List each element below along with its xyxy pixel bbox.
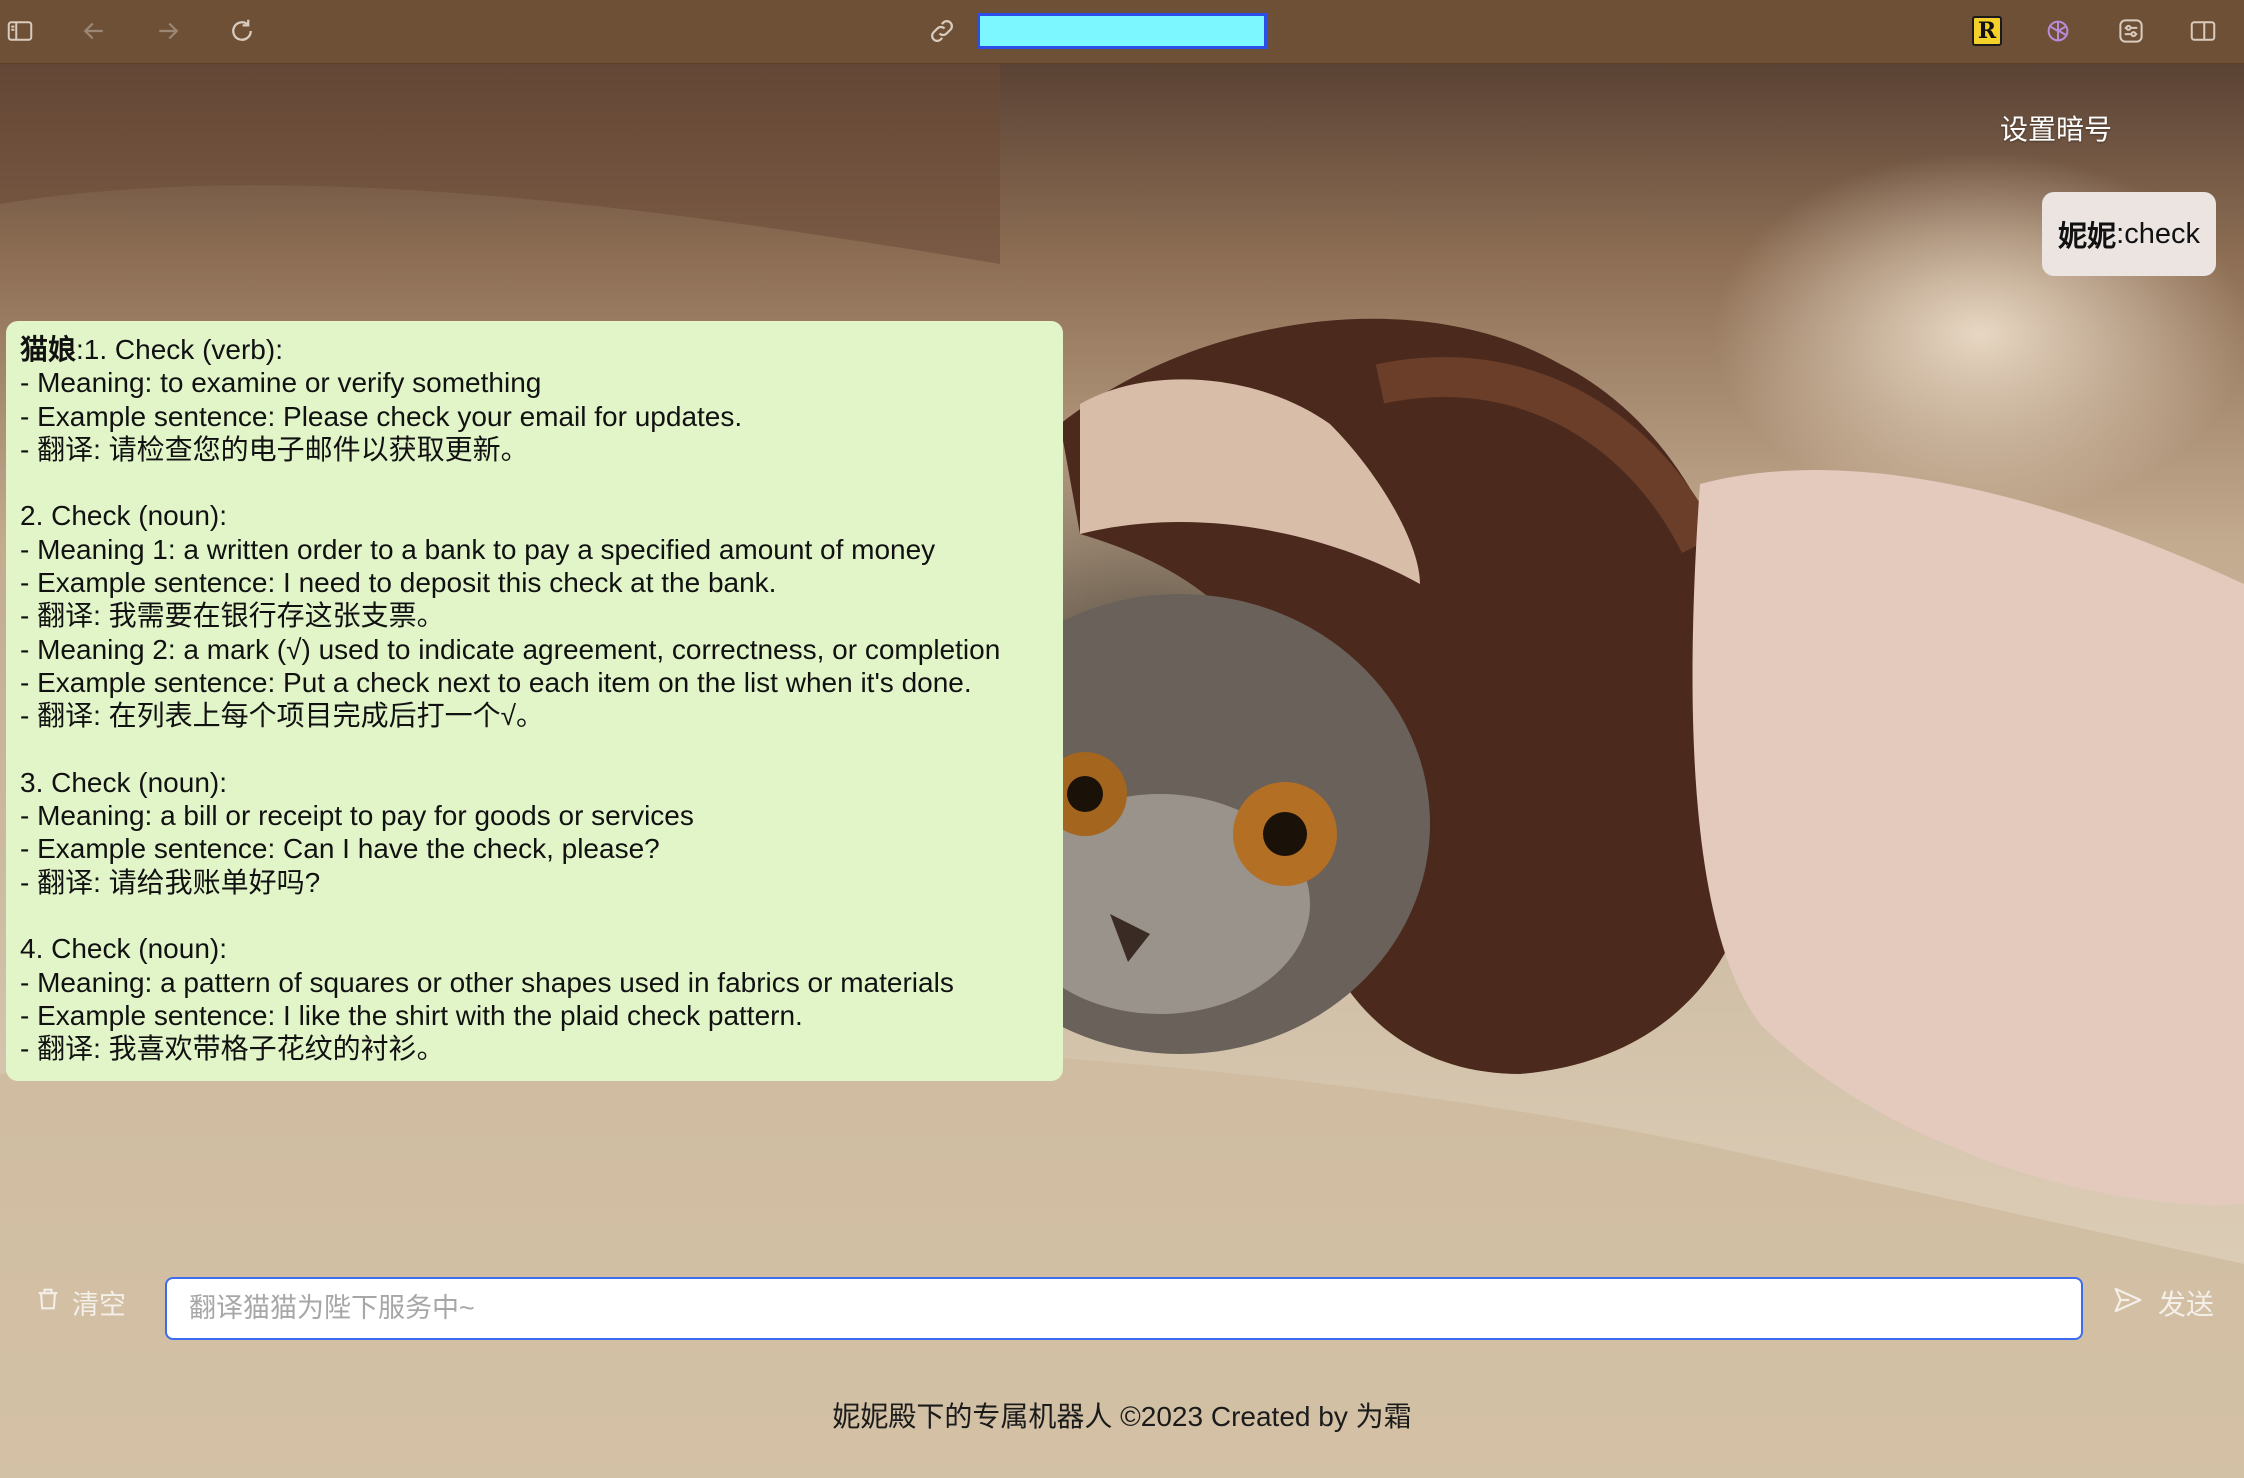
send-icon <box>2112 1285 2144 1322</box>
send-button-label: 发送 <box>2158 1289 2215 1320</box>
r-extension-icon[interactable]: R <box>1972 16 2002 46</box>
bot-line: 4. Check (noun): <box>20 933 227 965</box>
bot-line: - 翻译: 我需要在银行存这张支票。 <box>20 600 445 632</box>
user-sender-name: 妮妮 <box>2058 221 2117 253</box>
split-view-icon[interactable] <box>2185 13 2221 49</box>
bot-line: - Example sentence: Can I have the check… <box>20 833 660 865</box>
forward-arrow-icon[interactable] <box>150 13 186 49</box>
bot-line <box>20 733 1063 766</box>
footer-credit: 妮妮殿下的专属机器人 ©2023 Created by 为霜 <box>832 1401 1412 1432</box>
bot-line: - 翻译: 我喜欢带格子花纹的衬衫。 <box>20 1033 445 1065</box>
bot-first-line: 猫娘:1. Check (verb): <box>20 333 1063 366</box>
bot-line <box>20 466 1063 499</box>
user-separator: : <box>2116 217 2125 250</box>
bot-sender-name: 猫娘 <box>20 334 77 365</box>
user-message-text: check <box>2124 217 2200 250</box>
user-message-bubble: 妮妮: check <box>2042 192 2216 276</box>
trash-icon <box>34 1285 62 1320</box>
bot-line: 2. Check (noun): <box>20 500 227 532</box>
bot-line: - Meaning 1: a written order to a bank t… <box>20 533 936 565</box>
bot-line: - 翻译: 请给我账单好吗? <box>20 866 321 898</box>
bot-line: - 翻译: 请检查您的电子邮件以获取更新。 <box>20 433 529 465</box>
bot-line: - Example sentence: I like the shirt wit… <box>20 999 803 1031</box>
bot-line: - 翻译: 在列表上每个项目完成后打一个√。 <box>20 700 545 732</box>
bot-line <box>20 899 1063 932</box>
bot-first-line-text: 1. Check (verb): <box>83 334 283 365</box>
bot-line: - Example sentence: I need to deposit th… <box>20 567 777 599</box>
bot-line: - Example sentence: Put a check next to … <box>20 666 972 698</box>
bot-line: - Example sentence: Please check your em… <box>20 400 743 432</box>
address-bar[interactable] <box>977 13 1267 49</box>
browser-toolbar: R <box>0 0 2244 64</box>
link-icon <box>924 13 960 49</box>
clear-button[interactable]: 清空 <box>34 1283 126 1322</box>
bot-line: - Meaning 2: a mark (√) used to indicate… <box>20 633 1001 665</box>
reload-icon[interactable] <box>224 13 260 49</box>
settings-sliders-icon[interactable] <box>2113 13 2149 49</box>
chat-page: 设置暗号 妮妮: check 猫娘:1. Check (verb): - Mean… <box>0 64 2244 1478</box>
openai-icon[interactable] <box>2040 13 2076 49</box>
bot-line: - Meaning: a bill or receipt to pay for … <box>20 800 694 832</box>
send-button[interactable]: 发送 <box>2112 1283 2214 1323</box>
bot-line: - Meaning: a pattern of squares or other… <box>20 966 954 998</box>
back-arrow-icon[interactable] <box>76 13 112 49</box>
set-code-link[interactable]: 设置暗号 <box>2000 108 2112 148</box>
bot-message-bubble: 猫娘:1. Check (verb): - Meaning: to examin… <box>6 321 1063 1081</box>
clear-button-label: 清空 <box>72 1290 126 1320</box>
bot-line: - Meaning: to examine or verify somethin… <box>20 367 542 399</box>
bot-separator: : <box>76 334 84 365</box>
sidebar-icon[interactable] <box>2 13 38 49</box>
bot-line: 3. Check (noun): <box>20 766 227 798</box>
message-input[interactable] <box>165 1277 2083 1340</box>
